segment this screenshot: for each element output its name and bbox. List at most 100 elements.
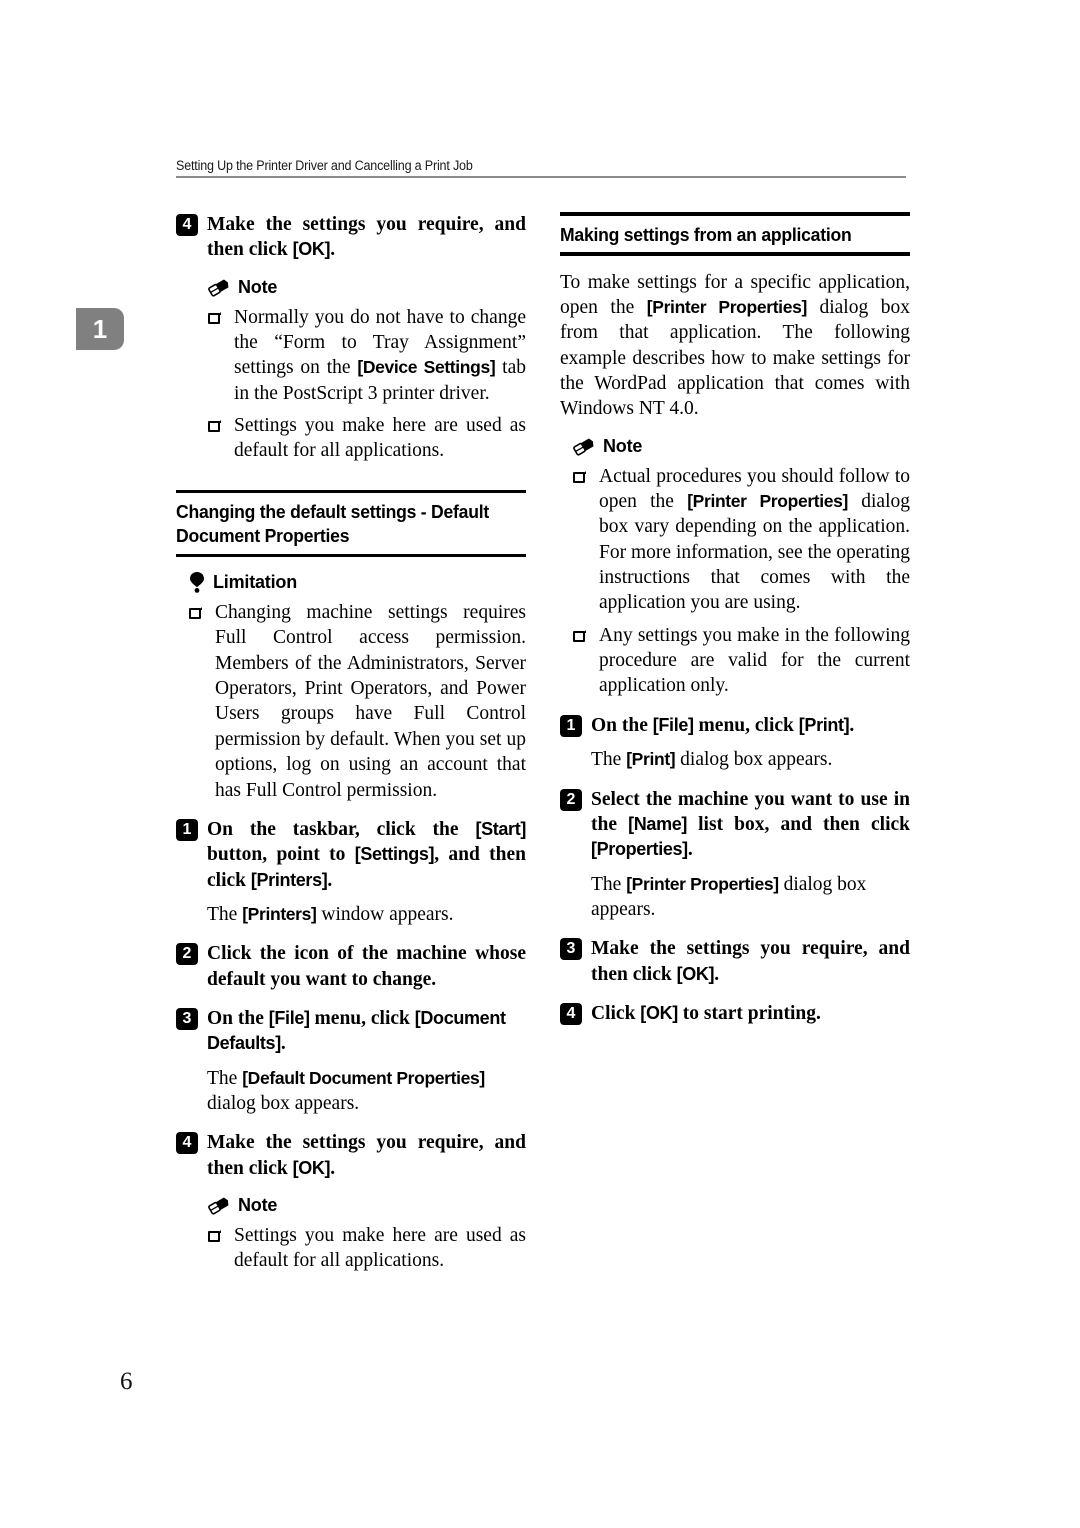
step-result-text: The [Print] dialog box appears.: [591, 747, 910, 772]
ui-reference: [Print]: [798, 714, 850, 735]
step-text-part: .: [849, 714, 855, 736]
ui-reference: [File]: [652, 714, 694, 735]
ui-reference: [Name]: [628, 813, 688, 834]
section-rule-bottom: [560, 252, 910, 256]
step-text-part: button, point to: [207, 844, 355, 866]
step-text: Make the settings you require, and then …: [591, 936, 910, 987]
step-text-part: to start printing.: [677, 1002, 821, 1024]
list-item-text: Changing machine settings requires Full …: [215, 602, 526, 801]
result-part: dialog box appears.: [675, 749, 833, 771]
step-result-text: The [Default Document Properties] dialog…: [207, 1066, 526, 1117]
step-text-part: On the taskbar, click the: [207, 818, 476, 840]
ui-reference: [OK]: [640, 1002, 678, 1023]
result-part: The: [207, 903, 243, 925]
limitation-callout-header: Limitation: [188, 571, 526, 593]
list-item: Changing machine settings requires Full …: [188, 600, 526, 803]
result-part: dialog box appears.: [207, 1092, 360, 1114]
note-list: Normally you do not have to change the “…: [207, 305, 526, 464]
list-item-text: Settings you make here are used as defau…: [234, 415, 526, 462]
note-callout-header: Note: [207, 1195, 526, 1216]
step-badge: 1: [176, 818, 198, 841]
step-text-part: Click: [591, 1002, 641, 1024]
ui-reference: [Printers]: [250, 869, 328, 890]
step-text-part: Make the settings you require, and then …: [207, 1132, 526, 1179]
list-item-text: Settings you make here are used as defau…: [234, 1224, 526, 1272]
list-item: Settings you make here are used as defau…: [207, 1223, 526, 1274]
running-header-rule: [176, 176, 906, 178]
running-header: Setting Up the Printer Driver and Cancel…: [176, 158, 906, 178]
step-item: 2 Select the machine you want to use in …: [560, 787, 910, 863]
pencil-eraser-icon: [572, 436, 596, 456]
step-item: 3 On the [File] menu, click [Document De…: [176, 1006, 526, 1057]
step-text-part: Make the settings you require, and then …: [591, 938, 910, 985]
note-label: Note: [603, 435, 643, 456]
step-item: 3 Make the settings you require, and the…: [560, 936, 910, 987]
ui-reference: [Print]: [626, 749, 676, 770]
hollow-square-bullet-icon: [208, 311, 221, 324]
step-result-text: The [Printers] window appears.: [207, 902, 526, 927]
intro-paragraph: To make settings for a specific applicat…: [560, 270, 910, 422]
section-title: Changing the default settings - Default …: [176, 501, 489, 546]
ui-reference: [Start]: [475, 818, 526, 839]
list-item: Actual procedures you should follow to o…: [572, 464, 910, 616]
ui-reference: [Printer Properties]: [687, 491, 849, 512]
ui-reference: [Printers]: [242, 903, 317, 924]
note-callout-header: Note: [572, 436, 910, 457]
step-text: On the [File] menu, click [Document Defa…: [207, 1006, 526, 1057]
step-text-part: .: [280, 1033, 286, 1055]
result-part: The: [207, 1067, 243, 1089]
step-item: 1 On the taskbar, click the [Start] butt…: [176, 817, 526, 893]
ui-reference: [Printer Properties]: [626, 873, 779, 894]
left-column: 4 Make the settings you require, and the…: [176, 212, 526, 1274]
hollow-square-bullet-icon: [189, 607, 202, 620]
list-item: Settings you make here are used as defau…: [207, 413, 526, 464]
step-text-part: list box, and then click: [687, 813, 910, 835]
ui-reference: [OK]: [676, 963, 715, 984]
step-text: Click the icon of the machine whose defa…: [207, 943, 526, 990]
ui-reference: [OK]: [292, 1157, 331, 1178]
chapter-tab-number: 1: [92, 313, 108, 344]
section-title: Making settings from an application: [560, 223, 852, 245]
step-text: Click [OK] to start printing.: [591, 1001, 910, 1026]
hollow-square-bullet-icon: [208, 420, 221, 433]
list-item: Any settings you make in the following p…: [572, 623, 910, 699]
result-part: The: [591, 749, 627, 771]
note-callout-header: Note: [207, 277, 526, 298]
section-heading: Making settings from an application: [560, 212, 910, 256]
step-text-part: On the: [207, 1007, 269, 1029]
chapter-tab: 1: [76, 308, 124, 350]
ui-reference: [Properties]: [591, 839, 688, 860]
hollow-square-bullet-icon: [573, 629, 586, 642]
step-text: Make the settings you require, and then …: [207, 212, 526, 263]
step-text: On the [File] menu, click [Print].: [591, 713, 910, 738]
ui-reference: [File]: [268, 1007, 310, 1028]
page-number: 6: [120, 1368, 133, 1395]
step-item: 4 Make the settings you require, and the…: [176, 212, 526, 263]
result-part: window appears.: [316, 903, 454, 925]
step-item: 4 Click [OK] to start printing.: [560, 1001, 910, 1026]
step-badge: 4: [176, 1132, 198, 1155]
pencil-eraser-icon: [207, 1195, 231, 1216]
step-badge: 3: [176, 1007, 198, 1030]
step-badge: 3: [560, 938, 582, 961]
step-text-part: .: [330, 1157, 336, 1179]
step-text-part: Make the settings you require, and then …: [207, 214, 526, 261]
section-rule-top: [176, 489, 526, 494]
running-header-title: Setting Up the Printer Driver and Cancel…: [176, 158, 473, 173]
step-badge: 2: [560, 788, 582, 811]
ui-reference: [Device Settings]: [357, 357, 496, 378]
hollow-square-bullet-icon: [573, 470, 586, 483]
step-item: 2 Click the icon of the machine whose de…: [176, 941, 526, 992]
limitation-label: Limitation: [213, 571, 297, 592]
step-text-part: .: [327, 869, 333, 891]
step-text-part: .: [330, 239, 336, 261]
list-item-text: Any settings you make in the following p…: [599, 624, 910, 697]
list-item: Normally you do not have to change the “…: [207, 305, 526, 406]
step-item: 1 On the [File] menu, click [Print].: [560, 713, 910, 738]
note-list: Settings you make here are used as defau…: [207, 1223, 526, 1274]
step-text-part: menu, click: [309, 1007, 415, 1029]
section-rule-top: [560, 212, 910, 216]
step-text-part: .: [687, 839, 693, 861]
step-badge: 4: [176, 214, 198, 236]
right-column: Making settings from an application To m…: [560, 212, 910, 1028]
